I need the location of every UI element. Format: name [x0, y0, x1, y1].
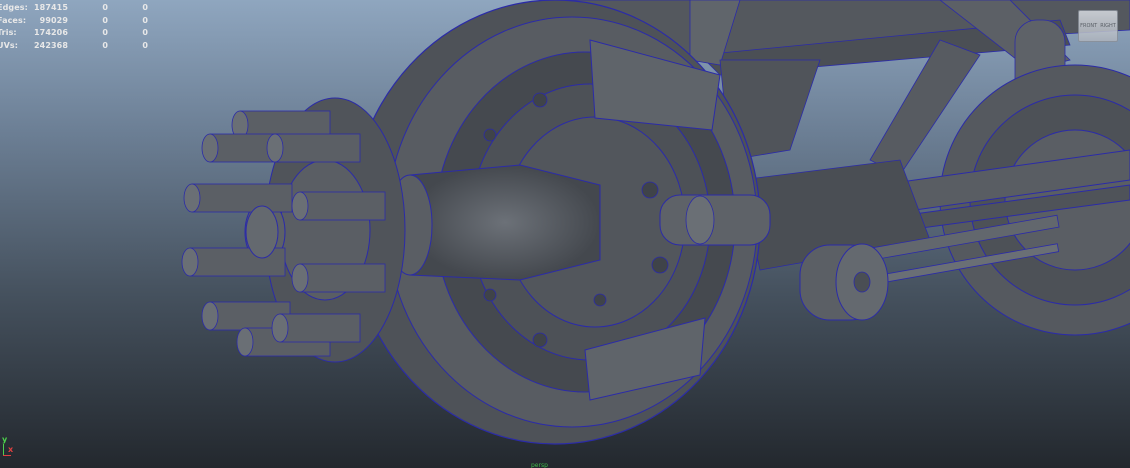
hud-v3: 0 — [142, 3, 148, 12]
hud-v1: 99029 — [39, 15, 68, 25]
hub-cap — [245, 205, 279, 259]
hud-v3: 0 — [142, 28, 148, 37]
axis-gizmo: y x — [0, 435, 16, 465]
wireframe-scene[interactable] — [0, 0, 1130, 468]
hud-row: Edges: 187415 0 0 — [0, 2, 160, 15]
lug-cylinder — [291, 191, 386, 221]
hud-row: Faces: 99029 0 0 — [0, 15, 160, 28]
hud-v2: 0 — [102, 40, 108, 50]
hud-row: Tris: 174206 0 0 — [0, 27, 160, 40]
hud-v2: 0 — [102, 15, 108, 25]
poly-count-hud: Edges: 187415 0 0 Faces: 99029 0 0 Tris: 174206 0 0… — [0, 2, 160, 52]
camera-name-label: persp — [531, 462, 548, 468]
lug-cylinder — [183, 183, 293, 213]
axis-x-line — [3, 455, 11, 456]
viewcube-right-label: RIGHT — [1100, 23, 1116, 29]
lug-cylinder — [271, 313, 361, 343]
lug-cylinder — [291, 263, 386, 293]
axis-x-label: x — [8, 445, 14, 454]
hud-v3: 0 — [142, 40, 148, 50]
hud-label: Edges: — [0, 3, 28, 12]
hud-v1: 242368 — [34, 40, 68, 50]
hud-label: Faces: — [0, 15, 27, 25]
hud-v2: 0 — [102, 28, 108, 37]
hud-row: UVs: 242368 0 0 — [0, 40, 160, 53]
brake-cylinder — [799, 243, 889, 321]
maya-viewport[interactable]: Edges: 187415 0 0 Faces: 99029 0 0 Tris: 174206 0 0… — [0, 0, 1130, 468]
hud-v2: 0 — [102, 3, 108, 12]
front-wheel — [349, 0, 771, 445]
hud-label: UVs: — [0, 40, 19, 50]
viewcube-front-label: FRONT — [1080, 23, 1098, 29]
view-cube[interactable]: FRONT RIGHT — [1078, 10, 1118, 42]
axis-y-label: y — [2, 435, 8, 444]
lug-cylinder — [266, 133, 361, 163]
hud-v1: 187415 — [34, 3, 68, 12]
hud-label: Tris: — [0, 28, 17, 37]
hud-v3: 0 — [142, 15, 148, 25]
hud-v1: 174206 — [34, 28, 68, 37]
